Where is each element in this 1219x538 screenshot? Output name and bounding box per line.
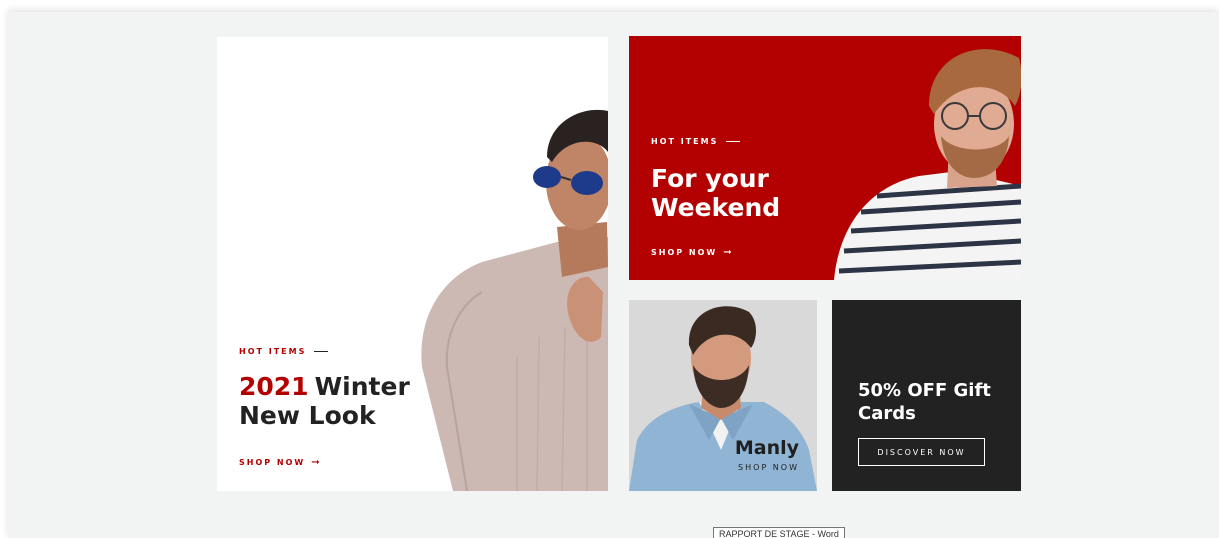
banner-gift-cards[interactable]: 50% OFF Gift Cards DISCOVER NOW [832,300,1021,491]
taskbar-window-tooltip: RAPPORT DE STAGE - Word [713,527,845,538]
banner-for-your-weekend[interactable]: HOT ITEMS For your Weekend SHOP NOW ➞ [629,36,1021,280]
winter-shop-now-link[interactable]: SHOP NOW ➞ [239,457,320,468]
title-second-line: Weekend [651,192,781,222]
banner-gift-title: 50% OFF Gift Cards [858,379,1008,426]
banner-winter-title: 2021 Winter New Look [239,372,439,431]
banner-weekend-eyebrow: HOT ITEMS [651,137,741,146]
title-year: 2021 [239,372,309,401]
eyebrow-dash [726,141,741,142]
title-first-line: Winter [314,372,410,401]
shop-now-label: SHOP NOW [239,458,306,467]
discover-now-button[interactable]: DISCOVER NOW [858,438,985,466]
man-glasses-striped-shirt-image [834,49,1021,280]
arrow-right-icon: ➞ [311,457,320,468]
title-first-line: 50% OFF Gift [858,380,991,401]
weekend-shop-now-link[interactable]: SHOP NOW ➞ [651,247,732,258]
manly-shop-now-link[interactable]: SHOP NOW [738,463,799,472]
banner-weekend-title: For your Weekend [651,164,821,223]
banner-manly-title: Manly [734,437,799,459]
arrow-right-icon: ➞ [723,247,732,258]
eyebrow-label: HOT ITEMS [651,137,719,146]
banner-winter-new-look[interactable]: HOT ITEMS 2021 Winter New Look SHOP NOW ➞ [217,37,608,491]
eyebrow-dash [314,351,329,352]
banner-winter-eyebrow: HOT ITEMS [239,347,329,356]
title-second-line: Cards [858,403,916,425]
title-first-line: For your [651,164,769,193]
page-frame [8,12,1219,538]
shop-now-label: SHOP NOW [651,248,718,257]
banner-manly[interactable]: Manly SHOP NOW [629,300,817,491]
eyebrow-label: HOT ITEMS [239,347,307,356]
title-second-line: New Look [239,400,376,430]
